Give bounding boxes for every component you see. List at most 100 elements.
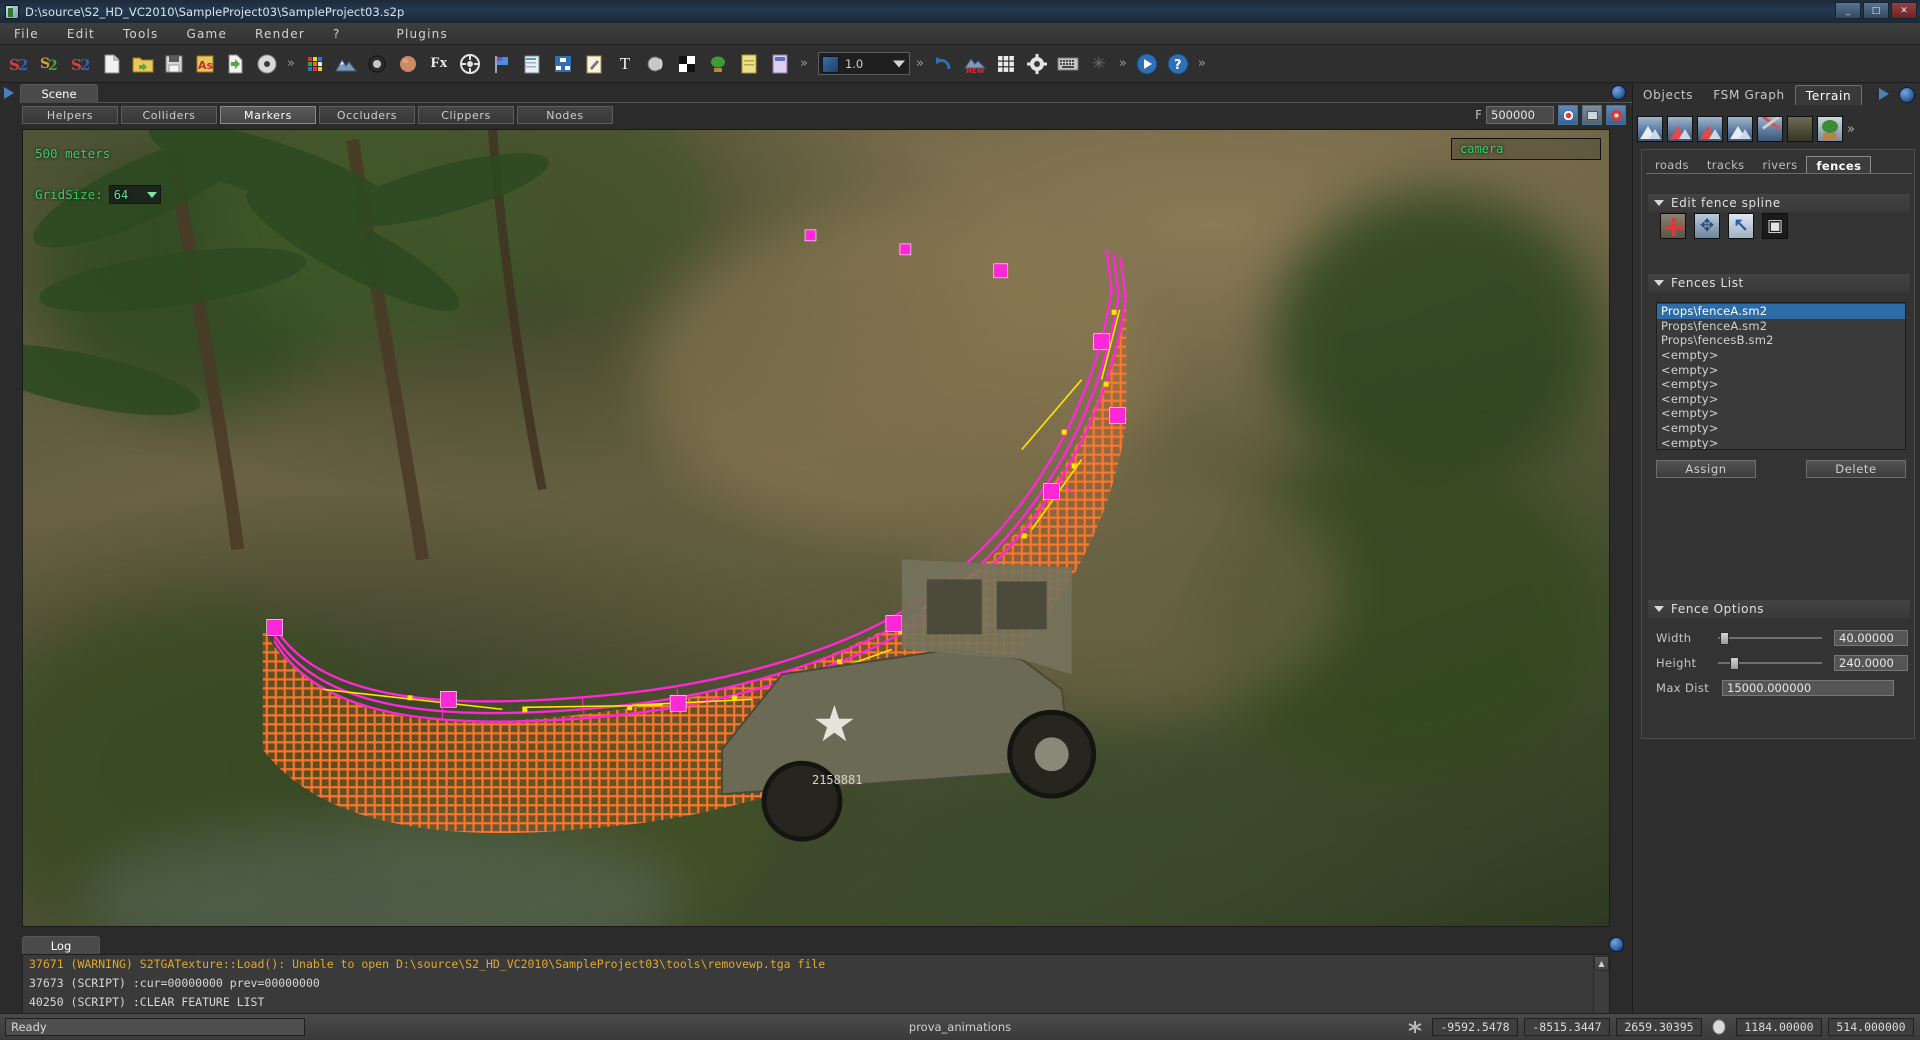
- toolbar-overflow-3[interactable]: »: [913, 56, 927, 71]
- fence-width-value[interactable]: 40.00000: [1834, 630, 1908, 646]
- subtab-tracks[interactable]: tracks: [1698, 156, 1754, 174]
- tab-objects[interactable]: Objects: [1633, 85, 1703, 105]
- box-select-icon[interactable]: [1762, 213, 1788, 239]
- sound-icon[interactable]: [642, 50, 670, 78]
- add-point-icon[interactable]: [1660, 213, 1686, 239]
- flag-icon[interactable]: [487, 50, 515, 78]
- tab-log[interactable]: Log: [22, 936, 100, 955]
- terrain-icon[interactable]: [332, 50, 360, 78]
- subtab-nodes[interactable]: Nodes: [517, 106, 613, 124]
- toolbar-overflow-1[interactable]: »: [284, 56, 298, 71]
- checker-icon[interactable]: [673, 50, 701, 78]
- subtab-clippers[interactable]: Clippers: [418, 106, 514, 124]
- smooth-terrain-icon[interactable]: [1727, 116, 1753, 142]
- globe-icon[interactable]: [1899, 87, 1915, 103]
- panel-expand-icon[interactable]: [4, 87, 14, 99]
- menu-item-plugins[interactable]: Plugins: [383, 23, 462, 44]
- new-document-icon[interactable]: [98, 50, 126, 78]
- wheel-icon[interactable]: [456, 50, 484, 78]
- select-point-icon[interactable]: [1728, 213, 1754, 239]
- grid-icon[interactable]: [992, 50, 1020, 78]
- play-icon[interactable]: [1879, 88, 1889, 100]
- fence-options-header[interactable]: Fence Options: [1648, 600, 1910, 618]
- save-as-icon[interactable]: As: [191, 50, 219, 78]
- terrain-new-icon[interactable]: NEW: [961, 50, 989, 78]
- gridsize-select[interactable]: 64: [108, 185, 161, 204]
- menu-item-game[interactable]: Game: [173, 23, 242, 44]
- subtab-roads[interactable]: roads: [1646, 156, 1698, 174]
- menu-item-tools[interactable]: Tools: [109, 23, 173, 44]
- subtab-helpers[interactable]: Helpers: [22, 106, 118, 124]
- fx-icon[interactable]: Fx: [425, 50, 453, 78]
- toolbar-overflow-4[interactable]: »: [1116, 56, 1130, 71]
- fences-list-header[interactable]: Fences List: [1648, 274, 1910, 292]
- terrain-tools-overflow[interactable]: »: [1847, 122, 1855, 137]
- s2-new-icon[interactable]: S2: [5, 50, 33, 78]
- subtab-markers[interactable]: Markers: [220, 106, 316, 124]
- menu-item-edit[interactable]: Edit: [53, 23, 109, 44]
- chevron-down-icon[interactable]: [1654, 280, 1664, 286]
- s2-open-icon[interactable]: S2: [36, 50, 64, 78]
- fence-width-slider[interactable]: [1718, 631, 1822, 645]
- hierarchy-icon[interactable]: [549, 50, 577, 78]
- tab-terrain[interactable]: Terrain: [1794, 85, 1863, 105]
- list-item[interactable]: <empty>: [1657, 348, 1905, 363]
- chevron-down-icon[interactable]: [1654, 606, 1664, 612]
- rubik-cube-icon[interactable]: [301, 50, 329, 78]
- subtab-occluders[interactable]: Occluders: [319, 106, 415, 124]
- delete-button[interactable]: Delete: [1806, 460, 1906, 478]
- gear-icon[interactable]: [1023, 50, 1051, 78]
- minimize-button[interactable]: _: [1835, 2, 1861, 19]
- target-record-icon[interactable]: [1558, 105, 1578, 125]
- snapshot-icon[interactable]: [1582, 105, 1602, 125]
- clipboard-icon[interactable]: [518, 50, 546, 78]
- open-folder-icon[interactable]: [129, 50, 157, 78]
- sphere-icon[interactable]: [394, 50, 422, 78]
- list-item[interactable]: <empty>: [1657, 362, 1905, 377]
- slider-knob[interactable]: [1730, 657, 1739, 670]
- tire-icon[interactable]: [363, 50, 391, 78]
- subtab-fences[interactable]: fences: [1806, 156, 1872, 174]
- help-icon[interactable]: ?: [1164, 50, 1192, 78]
- edit-fence-spline-header[interactable]: Edit fence spline: [1648, 194, 1910, 212]
- subtab-rivers[interactable]: rivers: [1754, 156, 1807, 174]
- slider-knob[interactable]: [1720, 632, 1729, 645]
- list-item[interactable]: Props\fenceA.sm2: [1657, 319, 1905, 334]
- s2-save-icon[interactable]: S2: [67, 50, 95, 78]
- chevron-down-icon[interactable]: [146, 191, 157, 198]
- tree-icon[interactable]: [704, 50, 732, 78]
- globe-icon[interactable]: [1611, 85, 1626, 100]
- viewport-3d[interactable]: ★ 2158881 500 meters GridSize: 64 camera: [22, 129, 1610, 927]
- frame-input[interactable]: 500000: [1486, 106, 1554, 124]
- lifering-icon[interactable]: [1606, 105, 1626, 125]
- text-icon[interactable]: T: [611, 50, 639, 78]
- fence-height-slider[interactable]: [1718, 656, 1822, 670]
- list-item[interactable]: <empty>: [1657, 406, 1905, 421]
- raise-terrain-icon[interactable]: [1637, 116, 1663, 142]
- flatten-terrain-icon[interactable]: [1787, 116, 1813, 142]
- fence-height-value[interactable]: 240.0000: [1834, 655, 1908, 671]
- list-item[interactable]: <empty>: [1657, 377, 1905, 392]
- save-floppy-icon[interactable]: [160, 50, 188, 78]
- scale-combo[interactable]: 1.0: [817, 52, 910, 75]
- fence-maxdist-value[interactable]: 15000.000000: [1722, 680, 1894, 696]
- yellow-note-icon[interactable]: [735, 50, 763, 78]
- play-icon[interactable]: [1133, 50, 1161, 78]
- purple-note-icon[interactable]: [766, 50, 794, 78]
- chevron-down-icon[interactable]: [1654, 200, 1664, 206]
- menu-item-render[interactable]: Render: [241, 23, 319, 44]
- cd-disc-icon[interactable]: [253, 50, 281, 78]
- lower-terrain-icon[interactable]: [1667, 116, 1693, 142]
- list-item[interactable]: <empty>: [1657, 435, 1905, 449]
- paint-terrain-icon[interactable]: [1697, 116, 1723, 142]
- fences-list[interactable]: Props\fenceA.sm2 Props\fenceA.sm2 Props\…: [1656, 302, 1906, 450]
- notes-icon[interactable]: [580, 50, 608, 78]
- toolbar-overflow-5[interactable]: »: [1195, 56, 1209, 71]
- undo-icon[interactable]: [930, 50, 958, 78]
- scroll-up-button[interactable]: ▲: [1594, 956, 1609, 971]
- list-item[interactable]: <empty>: [1657, 392, 1905, 407]
- export-icon[interactable]: [222, 50, 250, 78]
- subtab-colliders[interactable]: Colliders: [121, 106, 217, 124]
- vegetation-icon[interactable]: [1817, 116, 1843, 142]
- toolbar-overflow-2[interactable]: »: [797, 56, 811, 71]
